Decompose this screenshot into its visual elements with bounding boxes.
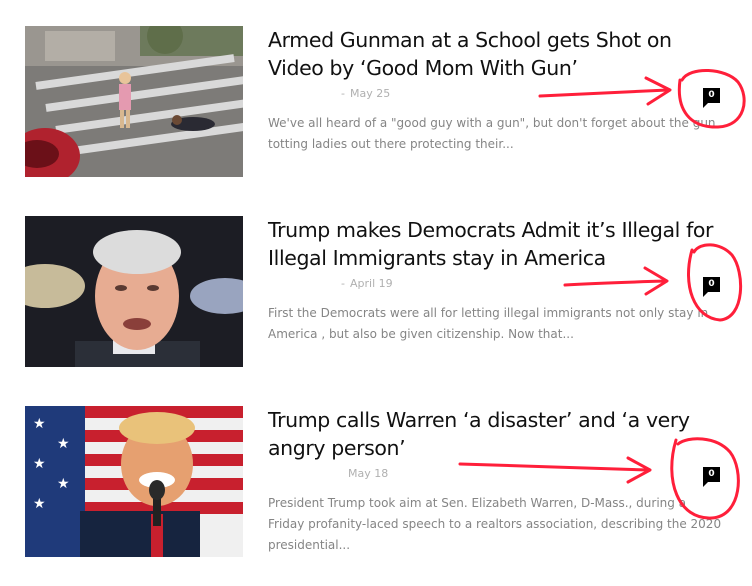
article-item: Trump makes Democrats Admit it’s Illegal… bbox=[0, 216, 752, 396]
article-excerpt: First the Democrats were all for letting… bbox=[268, 303, 709, 345]
title-line[interactable]: Trump calls Warren ‘a disaster’ and ‘a v… bbox=[268, 406, 718, 434]
excerpt-line: President Trump took aim at Sen. Elizabe… bbox=[268, 496, 687, 510]
meta-separator: - bbox=[341, 277, 345, 290]
excerpt-line: totting ladies out there protecting thei… bbox=[268, 137, 514, 151]
svg-text:★: ★ bbox=[33, 496, 46, 512]
comment-count-badge[interactable]: 0 bbox=[703, 88, 720, 108]
title-line[interactable]: Illegal Immigrants stay in America bbox=[268, 244, 718, 272]
article-date: May 18 bbox=[348, 467, 389, 480]
meta-separator: - bbox=[341, 87, 345, 100]
svg-text:★: ★ bbox=[57, 436, 70, 452]
article-meta: May 18 bbox=[348, 467, 388, 480]
article-thumbnail-street-scene[interactable] bbox=[25, 26, 243, 177]
article-title[interactable]: Armed Gunman at a School gets Shot on Vi… bbox=[268, 26, 718, 82]
article-thumbnail-portrait[interactable] bbox=[25, 216, 243, 367]
article-meta: - April 19 bbox=[341, 277, 393, 290]
excerpt-line: Friday profanity-laced speech to a realt… bbox=[268, 517, 722, 531]
svg-text:★: ★ bbox=[33, 416, 46, 432]
title-line[interactable]: angry person’ bbox=[268, 434, 718, 462]
title-line[interactable]: Trump makes Democrats Admit it’s Illegal… bbox=[268, 216, 718, 244]
article-excerpt: President Trump took aim at Sen. Elizabe… bbox=[268, 493, 722, 556]
politician-portrait-image bbox=[25, 216, 243, 367]
excerpt-line: presidential... bbox=[268, 538, 351, 552]
article-item: Armed Gunman at a School gets Shot on Vi… bbox=[0, 26, 752, 206]
article-item: ★ ★ ★ ★ ★ Trump calls Warren ‘a disaster… bbox=[0, 406, 752, 586]
street-scene-image bbox=[25, 26, 243, 177]
article-title[interactable]: Trump makes Democrats Admit it’s Illegal… bbox=[268, 216, 718, 272]
title-line[interactable]: Armed Gunman at a School gets Shot on bbox=[268, 26, 718, 54]
excerpt-line: America , but also be given citizenship.… bbox=[268, 327, 574, 341]
comment-count-badge[interactable]: 0 bbox=[703, 277, 720, 297]
article-excerpt: We've all heard of a "good guy with a gu… bbox=[268, 113, 716, 155]
svg-text:★: ★ bbox=[57, 476, 70, 492]
speaker-flag-image: ★ ★ ★ ★ ★ bbox=[25, 406, 243, 557]
article-title[interactable]: Trump calls Warren ‘a disaster’ and ‘a v… bbox=[268, 406, 718, 462]
comment-count-badge[interactable]: 0 bbox=[703, 467, 720, 487]
article-date: April 19 bbox=[349, 277, 393, 290]
article-date: May 25 bbox=[349, 87, 391, 100]
svg-text:★: ★ bbox=[33, 456, 46, 472]
article-meta: - May 25 bbox=[341, 87, 390, 100]
excerpt-line: First the Democrats were all for letting… bbox=[268, 306, 709, 320]
title-line[interactable]: Video by ‘Good Mom With Gun’ bbox=[268, 54, 718, 82]
article-thumbnail-speaker[interactable]: ★ ★ ★ ★ ★ bbox=[25, 406, 243, 557]
excerpt-line: We've all heard of a "good guy with a gu… bbox=[268, 116, 716, 130]
